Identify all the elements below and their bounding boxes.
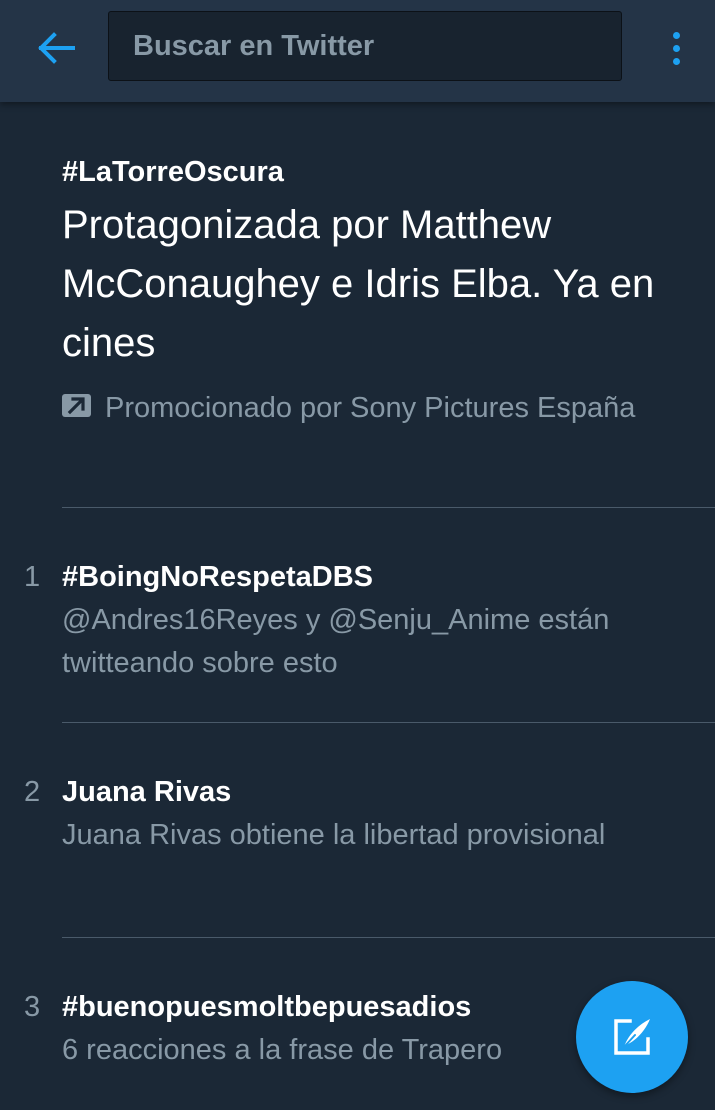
divider: [62, 507, 715, 508]
trend-subtitle: Juana Rivas obtiene la libertad provisio…: [62, 819, 606, 851]
promoted-arrow-icon: [62, 394, 91, 417]
divider: [62, 722, 715, 723]
back-button[interactable]: [30, 22, 82, 74]
trend-title[interactable]: Juana Rivas: [62, 770, 682, 814]
promoted-trend[interactable]: #LaTorreOscura Protagonizada por Matthew…: [62, 150, 672, 430]
trend-subtitle: @Andres16Reyes y @Senju_Anime están twit…: [62, 604, 610, 679]
more-vertical-icon: [672, 31, 680, 39]
promoted-by-text: Promocionado por Sony Pictures España: [105, 392, 636, 424]
trend-rank: 3: [24, 991, 41, 1023]
trend-rank: 2: [24, 776, 41, 808]
overflow-menu-button[interactable]: [660, 25, 692, 71]
promoted-description: Protagonizada por Matthew McConaughey e …: [62, 203, 655, 365]
search-field[interactable]: [108, 11, 622, 81]
arrow-left-icon: [38, 32, 75, 64]
top-app-bar: [0, 0, 715, 102]
promoted-hashtag[interactable]: #LaTorreOscura: [62, 150, 672, 194]
compose-tweet-icon: [614, 1019, 650, 1055]
trend-title[interactable]: #BoingNoRespetaDBS: [62, 555, 682, 599]
promoted-by-line: Promocionado por Sony Pictures España: [62, 387, 672, 430]
search-input[interactable]: [109, 12, 621, 80]
divider: [62, 937, 715, 938]
compose-tweet-button[interactable]: [576, 981, 688, 1093]
trend-rank: 1: [24, 561, 41, 593]
